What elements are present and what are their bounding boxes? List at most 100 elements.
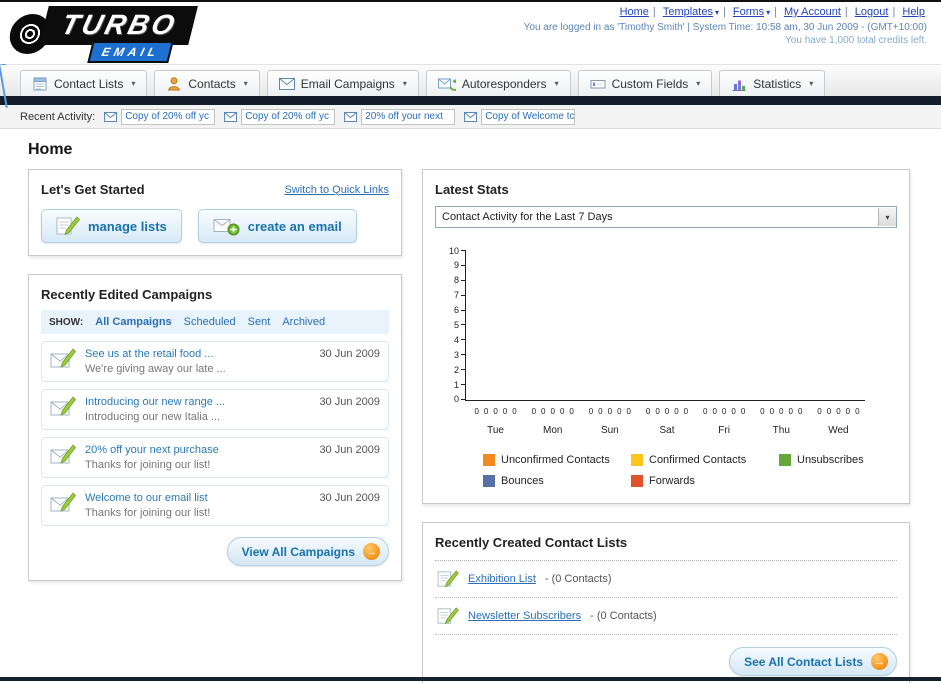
manage-lists-label: manage lists [88,218,167,234]
latest-stats-panel: Latest Stats Contact Activity for the La… [422,169,910,504]
pencil-paper-icon [437,607,459,625]
filter-sent[interactable]: Sent [248,316,271,328]
campaign-title-link[interactable]: See us at the retail food ... [85,348,310,360]
main-tabbar: Contact Lists Contacts Email Campaigns A… [0,64,941,96]
tab-statistics[interactable]: Statistics [719,70,826,96]
pencil-paper-icon [56,216,80,236]
tab-label: Custom Fields [611,76,689,91]
recent-activity-link[interactable]: Copy of 20% off yc [121,108,216,125]
recent-activity-link[interactable]: 20% off your next [361,108,456,125]
campaign-list: See us at the retail food ... We're givin… [41,341,389,526]
autoresponder-icon [437,78,456,91]
campaign-subtitle: Introducing our new Italia ... [85,411,221,423]
recent-activity-label: Recent Activity: [20,110,96,123]
chart-plot-area [465,250,866,401]
right-column: Latest Stats Contact Activity for the La… [422,169,910,683]
tab-autoresponders[interactable]: Autoresponders [425,70,571,96]
chevron-down-icon [715,8,719,17]
nav-forms[interactable]: Forms [733,6,770,18]
nav-help[interactable]: Help [902,6,925,18]
campaign-row: 20% off your next purchase Thanks for joi… [41,437,389,478]
legend-item: Confirmed Contacts [631,454,779,466]
view-all-campaigns-label: View All Campaigns [241,544,355,559]
recent-activity-link[interactable]: Copy of 20% off yc [241,108,336,125]
email-pencil-icon [50,492,76,512]
campaign-date: 30 Jun 2009 [319,492,380,504]
campaign-row: Welcome to our email list Thanks for join… [41,485,389,526]
tab-label: Contact Lists [54,76,124,91]
recent-activity-item: Copy of Welcome tc [464,108,576,125]
legend-item: Unconfirmed Contacts [483,454,631,466]
logo-word-email: EMAIL [100,45,162,59]
campaign-title-link[interactable]: Welcome to our email list [85,492,310,504]
chart-category-group: 0 0 0 0 0 Mon [531,407,574,436]
campaign-date: 30 Jun 2009 [319,396,380,408]
recent-campaigns-title: Recently Edited Campaigns [41,287,213,302]
nav-templates[interactable]: Templates [663,6,719,18]
campaign-date: 30 Jun 2009 [319,348,380,360]
main-content: Let's Get Started Switch to Quick Links … [0,169,941,683]
email-icon [224,111,238,122]
logo-word-turbo: TURBO [58,9,181,40]
nav-separator [774,6,777,18]
create-email-button[interactable]: create an email [197,209,357,243]
login-info: You are logged in as 'Timothy Smith' | S… [523,22,927,33]
contact-list-link[interactable]: Exhibition List [468,573,536,585]
stats-period-select[interactable]: Contact Activity for the Last 7 Days [435,206,897,228]
chevron-down-icon [878,208,896,226]
tab-custom-fields[interactable]: Custom Fields [577,70,713,96]
chart-category-group: 0 0 0 0 0 Tue [474,407,517,436]
tab-label: Contacts [188,76,236,91]
campaign-filterbar: SHOW: All Campaigns Scheduled Sent Archi… [41,310,389,334]
campaign-subtitle: Thanks for joining our list! [85,459,211,471]
contact-list-link[interactable]: Newsletter Subscribers [468,610,581,622]
contact-list: Exhibition List - (0 Contacts) Newslette… [435,560,897,635]
chevron-down-icon [403,79,407,88]
recent-activity-item: Copy of 20% off yc [224,108,336,125]
chevron-down-icon [766,8,770,17]
filter-archived[interactable]: Archived [282,316,325,328]
email-plus-icon [213,218,240,235]
left-column: Let's Get Started Switch to Quick Links … [28,169,402,599]
contact-activity-chart: 10 9 8 7 6 5 4 3 2 1 0 0 0 0 0 0 Tue 0 0 0 0 0 Mon 0 0 0 0 0 Sun 0 0 0… [449,246,897,487]
statistics-icon [732,80,746,91]
recent-contact-lists-panel: Recently Created Contact Lists Exhibitio… [422,522,910,683]
chart-category-group: 0 0 0 0 0 Fri [703,407,746,436]
contact-lists-icon [33,77,47,90]
nav-separator [723,6,726,18]
campaign-title-link[interactable]: 20% off your next purchase [85,444,310,456]
filter-scheduled[interactable]: Scheduled [184,316,236,328]
switch-quick-links-link[interactable]: Switch to Quick Links [284,184,389,196]
filter-all-campaigns[interactable]: All Campaigns [95,316,171,328]
email-icon [464,111,478,122]
nav-divider-bar [0,96,941,105]
campaign-title-link[interactable]: Introducing our new range ... [85,396,310,408]
header: TURBO EMAIL Home Templates Forms My Acco… [0,2,941,64]
view-all-campaigns-button[interactable]: View All Campaigns [226,537,389,566]
email-pencil-icon [50,348,76,368]
see-all-contact-lists-button[interactable]: See All Contact Lists [729,647,897,676]
email-icon [104,111,118,122]
tab-email-campaigns[interactable]: Email Campaigns [266,70,419,96]
recent-contact-lists-title: Recently Created Contact Lists [435,535,628,550]
app-logo: TURBO EMAIL [7,6,198,63]
footer-bar [0,677,941,681]
campaign-subtitle: We're giving away our late ... [85,363,226,375]
nav-my-account[interactable]: My Account [784,6,841,18]
chart-y-axis: 10 9 8 7 6 5 4 3 2 1 0 [449,246,466,404]
get-started-title: Let's Get Started [41,182,145,197]
legend-item: Bounces [483,475,631,487]
recent-activity-link[interactable]: Copy of Welcome tc [481,108,576,125]
nav-home[interactable]: Home [620,6,649,18]
tab-contacts[interactable]: Contacts [154,70,260,96]
contacts-icon [168,76,181,90]
nav-forms-label: Forms [732,6,765,18]
recent-campaigns-panel: Recently Edited Campaigns SHOW: All Camp… [28,274,402,581]
nav-logout[interactable]: Logout [855,6,889,18]
chart-category-group: 0 0 0 0 0 Wed [817,407,860,436]
recent-activity-bar: Recent Activity: Copy of 20% off yc Copy… [0,105,941,129]
tab-contact-lists[interactable]: Contact Lists [20,70,148,96]
campaign-subtitle: Thanks for joining our list! [85,507,211,519]
show-label: SHOW: [49,316,84,328]
manage-lists-button[interactable]: manage lists [41,209,182,243]
